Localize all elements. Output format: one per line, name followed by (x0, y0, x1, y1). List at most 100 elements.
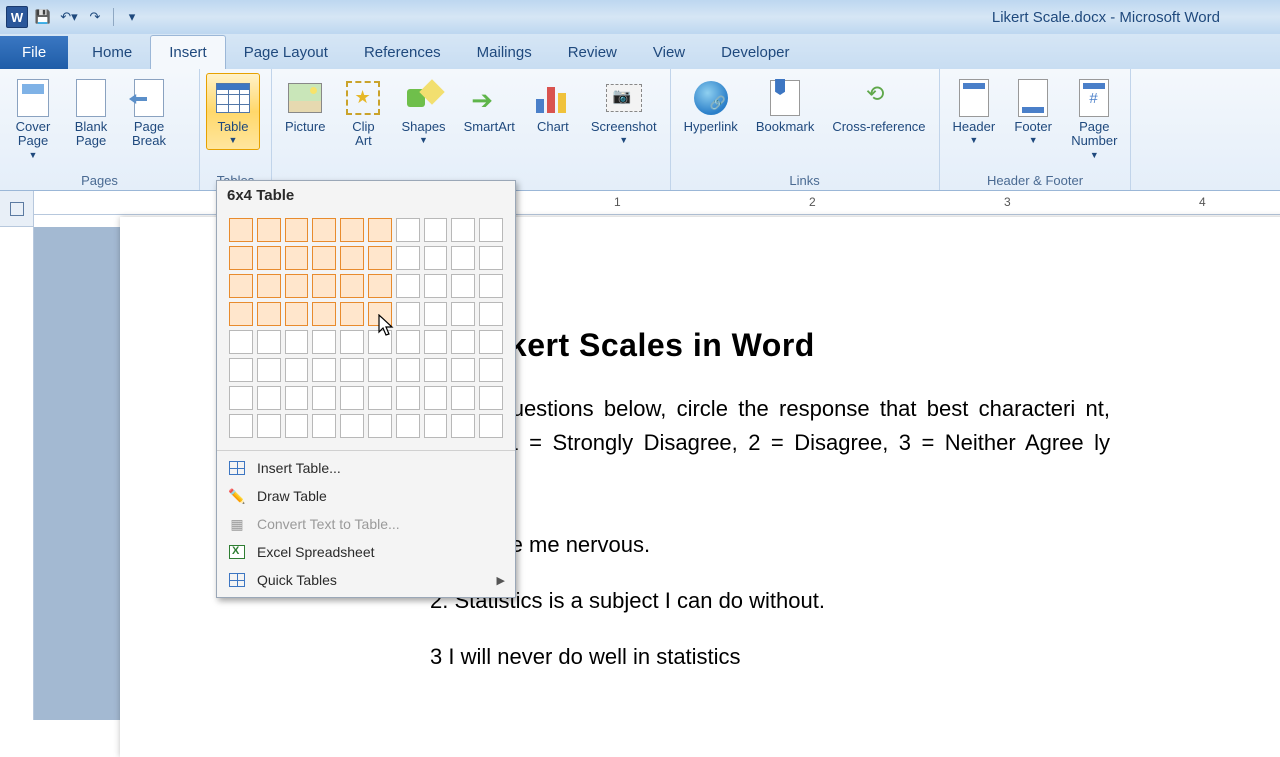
shapes-button[interactable]: Shapes▼ (394, 73, 452, 150)
table-grid-cell[interactable] (368, 302, 392, 326)
page-number-button[interactable]: PageNumber▼ (1064, 73, 1124, 165)
tab-review[interactable]: Review (550, 36, 635, 69)
word-app-icon[interactable]: W (6, 6, 28, 28)
blank-page-button[interactable]: BlankPage (64, 73, 118, 154)
vertical-ruler[interactable] (0, 227, 34, 720)
table-grid-cell[interactable] (285, 218, 309, 242)
cross-reference-button[interactable]: Cross-reference (825, 73, 932, 139)
table-grid-cell[interactable] (396, 246, 420, 270)
table-grid-cell[interactable] (451, 386, 475, 410)
table-grid-cell[interactable] (479, 274, 503, 298)
ruler-corner[interactable] (0, 191, 34, 227)
tab-file[interactable]: File (0, 36, 68, 69)
tab-insert[interactable]: Insert (150, 35, 226, 69)
table-grid-cell[interactable] (312, 218, 336, 242)
table-grid-cell[interactable] (368, 246, 392, 270)
table-grid-cell[interactable] (451, 414, 475, 438)
table-grid-cell[interactable] (312, 330, 336, 354)
table-grid-cell[interactable] (340, 274, 364, 298)
table-grid-cell[interactable] (396, 274, 420, 298)
table-grid-cell[interactable] (257, 246, 281, 270)
table-grid-cell[interactable] (368, 386, 392, 410)
table-grid-cell[interactable] (396, 386, 420, 410)
table-grid-cell[interactable] (340, 358, 364, 382)
undo-button[interactable]: ↶▾ (58, 6, 80, 28)
table-grid-cell[interactable] (424, 246, 448, 270)
table-grid-cell[interactable] (340, 302, 364, 326)
page-break-button[interactable]: PageBreak (122, 73, 176, 154)
table-grid-cell[interactable] (479, 218, 503, 242)
table-grid-cell[interactable] (424, 330, 448, 354)
table-grid-cell[interactable] (451, 218, 475, 242)
table-grid-cell[interactable] (229, 274, 253, 298)
table-grid-cell[interactable] (312, 358, 336, 382)
table-grid-cell[interactable] (340, 386, 364, 410)
table-grid-cell[interactable] (257, 358, 281, 382)
table-grid-cell[interactable] (285, 330, 309, 354)
table-grid-cell[interactable] (229, 302, 253, 326)
table-grid-cell[interactable] (451, 274, 475, 298)
save-button[interactable]: 💾 (32, 6, 54, 28)
table-grid-cell[interactable] (257, 330, 281, 354)
table-grid-cell[interactable] (368, 330, 392, 354)
table-grid-cell[interactable] (424, 358, 448, 382)
table-grid-cell[interactable] (340, 218, 364, 242)
table-grid-cell[interactable] (257, 386, 281, 410)
bookmark-button[interactable]: Bookmark (749, 73, 822, 139)
table-grid-cell[interactable] (479, 358, 503, 382)
table-grid-cell[interactable] (229, 218, 253, 242)
table-grid-cell[interactable] (285, 274, 309, 298)
table-grid-cell[interactable] (285, 246, 309, 270)
qat-customize[interactable]: ▾ (121, 6, 143, 28)
table-grid-cell[interactable] (312, 246, 336, 270)
table-grid-cell[interactable] (340, 330, 364, 354)
table-grid-cell[interactable] (368, 414, 392, 438)
smartart-button[interactable]: SmartArt (457, 73, 522, 139)
table-grid-cell[interactable] (479, 330, 503, 354)
table-grid-cell[interactable] (340, 246, 364, 270)
tab-view[interactable]: View (635, 36, 703, 69)
table-grid-cell[interactable] (312, 274, 336, 298)
insert-table-item[interactable]: Insert Table... (217, 454, 515, 482)
table-grid-cell[interactable] (368, 358, 392, 382)
clip-art-button[interactable]: ClipArt (336, 73, 390, 154)
picture-button[interactable]: Picture (278, 73, 332, 139)
tab-references[interactable]: References (346, 36, 459, 69)
table-grid-cell[interactable] (368, 218, 392, 242)
table-grid-cell[interactable] (424, 218, 448, 242)
chart-button[interactable]: Chart (526, 73, 580, 139)
table-grid-cell[interactable] (229, 414, 253, 438)
table-grid-cell[interactable] (451, 246, 475, 270)
table-grid-cell[interactable] (424, 414, 448, 438)
redo-button[interactable]: ↷ (84, 6, 106, 28)
table-grid-cell[interactable] (312, 414, 336, 438)
table-grid-cell[interactable] (396, 358, 420, 382)
table-grid-cell[interactable] (451, 302, 475, 326)
excel-spreadsheet-item[interactable]: Excel Spreadsheet (217, 538, 515, 566)
table-grid-cell[interactable] (424, 386, 448, 410)
table-grid-cell[interactable] (229, 358, 253, 382)
table-grid-cell[interactable] (229, 330, 253, 354)
table-grid-cell[interactable] (479, 414, 503, 438)
table-grid-cell[interactable] (396, 302, 420, 326)
table-grid-cell[interactable] (285, 414, 309, 438)
table-grid-cell[interactable] (257, 414, 281, 438)
tab-developer[interactable]: Developer (703, 36, 807, 69)
table-grid-cell[interactable] (368, 274, 392, 298)
cover-page-button[interactable]: CoverPage▼ (6, 73, 60, 165)
screenshot-button[interactable]: Screenshot▼ (584, 73, 664, 150)
draw-table-item[interactable]: ✏️Draw Table (217, 482, 515, 510)
table-grid-cell[interactable] (479, 302, 503, 326)
table-grid-cell[interactable] (312, 302, 336, 326)
table-grid-cell[interactable] (451, 330, 475, 354)
table-grid-cell[interactable] (285, 358, 309, 382)
table-grid-cell[interactable] (424, 274, 448, 298)
footer-button[interactable]: Footer▼ (1006, 73, 1060, 150)
table-grid-cell[interactable] (229, 386, 253, 410)
tab-page-layout[interactable]: Page Layout (226, 36, 346, 69)
table-grid-cell[interactable] (396, 414, 420, 438)
table-grid-cell[interactable] (229, 246, 253, 270)
header-button[interactable]: Header▼ (946, 73, 1003, 150)
table-grid-cell[interactable] (257, 302, 281, 326)
table-grid-cell[interactable] (257, 274, 281, 298)
